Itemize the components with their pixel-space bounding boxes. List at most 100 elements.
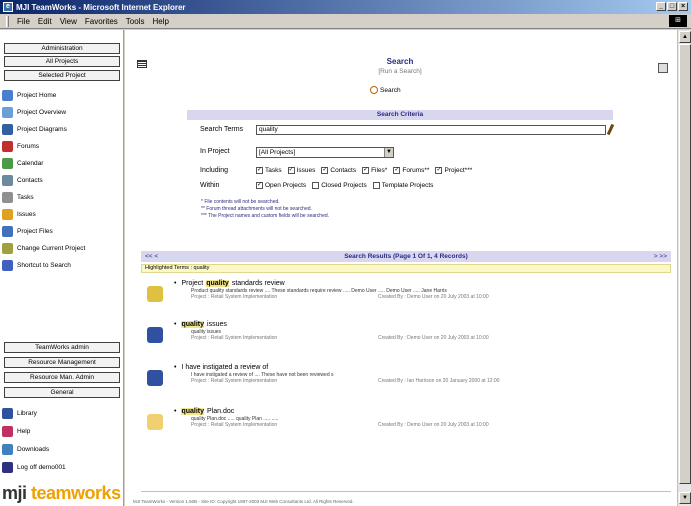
teamworks-logo: mji teamworks	[2, 483, 121, 504]
result-created: Created By : Demo User on 20 July 2003 a…	[378, 422, 489, 428]
include-checkbox[interactable]: ✓	[393, 167, 401, 174]
nav-general-button[interactable]: General	[4, 387, 120, 398]
menu-help[interactable]: Help	[152, 17, 168, 26]
sidebar-item-project-home[interactable]: Project Home	[2, 88, 56, 102]
within-checkbox[interactable]	[372, 182, 380, 189]
within-openprojects[interactable]: ✓ Open Projects	[256, 182, 306, 189]
sidebar-item-change-current-project[interactable]: Change Current Project	[2, 241, 85, 255]
task-icon[interactable]	[147, 286, 163, 302]
scroll-up-icon[interactable]: ▲	[679, 31, 691, 43]
project-select[interactable]: [All Projects] ▼	[256, 147, 394, 158]
menu-edit[interactable]: Edit	[38, 17, 52, 26]
sidebar-item-shortcut-to-search[interactable]: Shortcut to Search	[2, 258, 71, 272]
sidebar-item-help[interactable]: Help	[2, 424, 30, 438]
menu-grip	[6, 15, 9, 27]
include-checkbox[interactable]: ✓	[362, 167, 370, 174]
nav-all-projects-button[interactable]: All Projects	[4, 56, 120, 67]
search-terms-input[interactable]: quality	[256, 125, 606, 135]
nav-administration-button[interactable]: Administration	[4, 43, 120, 54]
sidebar-item-log-off-demo001[interactable]: Log off demo001	[2, 460, 66, 474]
within-label: Open Projects	[265, 182, 307, 189]
include-forums[interactable]: ✓ Forums**	[393, 167, 429, 174]
issue-people-icon[interactable]	[147, 327, 163, 343]
result-created: Created By : Ian Harrison on 20 January …	[378, 378, 500, 384]
include-checkbox[interactable]: ✓	[256, 167, 263, 174]
note-project: *** The Project names and custom fields …	[201, 213, 330, 219]
print-icon[interactable]	[658, 63, 668, 73]
folder-file-icon[interactable]	[147, 414, 163, 430]
ie-logo-icon: e	[3, 2, 13, 12]
sidebar-item-project-files[interactable]: Project Files	[2, 224, 53, 238]
page-subtitle: [Run a Search]	[378, 68, 422, 75]
within-checkbox[interactable]	[312, 182, 320, 189]
sidebar-item-label: Project Overview	[17, 108, 67, 116]
sidebar-item-label: Library	[17, 409, 37, 417]
include-project[interactable]: ✓ Project***	[435, 167, 472, 174]
sidebar-item-project-diagrams[interactable]: Project Diagrams	[2, 122, 67, 136]
result-title-post: Plan.doc	[207, 408, 235, 415]
within-templateprojects[interactable]: Template Projects	[372, 182, 433, 189]
window-titlebar: e MJI TeamWorks - Microsoft Internet Exp…	[0, 0, 691, 14]
window-title: MJI TeamWorks - Microsoft Internet Explo…	[16, 2, 186, 12]
page-title: Search	[386, 57, 414, 66]
include-checkbox[interactable]: ✓	[287, 167, 295, 174]
within-label: Within	[200, 182, 220, 189]
within-closedprojects[interactable]: Closed Projects	[312, 182, 367, 189]
sidebar-item-issues[interactable]: Issues	[2, 207, 36, 221]
result-title-post: standards review	[231, 280, 285, 287]
nav-selected-project-button[interactable]: Selected Project	[4, 70, 120, 81]
chevron-down-icon[interactable]: ▼	[384, 148, 393, 157]
include-label: Tasks	[265, 167, 282, 174]
library-icon	[2, 407, 13, 419]
logo-mji: mji	[2, 483, 27, 503]
menu-view[interactable]: View	[60, 17, 77, 26]
close-button[interactable]: ×	[678, 2, 688, 11]
include-issues[interactable]: ✓ Issues	[287, 167, 315, 174]
include-checkbox[interactable]: ✓	[321, 167, 329, 174]
sidebar-item-forums[interactable]: Forums	[2, 139, 39, 153]
files-icon	[2, 225, 13, 237]
sidebar-item-project-overview[interactable]: Project Overview	[2, 105, 66, 119]
include-files[interactable]: ✓ Files*	[362, 167, 387, 174]
vertical-scrollbar[interactable]: ▲ ▼	[677, 30, 691, 506]
results-prev-nav[interactable]: << <	[145, 251, 158, 262]
pencil-icon[interactable]	[606, 123, 615, 136]
menu-favorites[interactable]: Favorites	[85, 17, 118, 26]
menu-tools[interactable]: Tools	[126, 17, 145, 26]
page-list-icon[interactable]	[137, 60, 147, 68]
sidebar-item-label: Issues	[17, 210, 36, 218]
result-title-link[interactable]: qualityPlan.doc	[174, 408, 234, 415]
scroll-thumb[interactable]	[679, 44, 691, 484]
help-icon	[2, 425, 13, 437]
scroll-down-icon[interactable]: ▼	[679, 492, 691, 504]
results-next-nav[interactable]: > >>	[654, 251, 667, 262]
result-title-link[interactable]: Projectqualitystandards review	[174, 280, 285, 287]
include-label: Forums**	[402, 167, 430, 174]
results-header-label: Search Results (Page 1 Of 1, 4 Records)	[344, 253, 468, 260]
include-checkbox[interactable]: ✓	[435, 167, 443, 174]
within-checkbox[interactable]: ✓	[256, 182, 263, 189]
sidebar-item-library[interactable]: Library	[2, 406, 37, 420]
sidebar-item-downloads[interactable]: Downloads	[2, 442, 49, 456]
result-title-link[interactable]: I have instigated a review of	[174, 364, 268, 371]
nav-resource-admin-button[interactable]: Resource Man. Admin	[4, 372, 120, 383]
forum-people-icon[interactable]	[147, 370, 163, 386]
diagram-icon	[2, 123, 13, 135]
sidebar-item-label: Shortcut to Search	[17, 261, 71, 269]
criteria-header: Search Criteria	[187, 110, 613, 120]
minimize-button[interactable]: _	[656, 2, 666, 11]
sidebar-item-tasks[interactable]: Tasks	[2, 190, 34, 204]
include-contacts[interactable]: ✓ Contacts	[321, 167, 356, 174]
result-title-pre: Project	[181, 280, 204, 287]
nav-teamworks-admin-button[interactable]: TeamWorks admin	[4, 342, 120, 353]
result-title-link[interactable]: qualityissues	[174, 321, 227, 328]
maximize-button[interactable]: □	[667, 2, 677, 11]
sidebar-item-contacts[interactable]: Contacts	[2, 173, 43, 187]
sidebar-item-calendar[interactable]: Calendar	[2, 156, 43, 170]
include-tasks[interactable]: ✓ Tasks	[256, 167, 282, 174]
search-link[interactable]: Search	[370, 86, 401, 94]
menu-file[interactable]: File	[17, 17, 30, 26]
contacts-icon	[2, 174, 13, 186]
nav-resource-management-button[interactable]: Resource Management	[4, 357, 120, 368]
search-icon	[370, 86, 378, 94]
